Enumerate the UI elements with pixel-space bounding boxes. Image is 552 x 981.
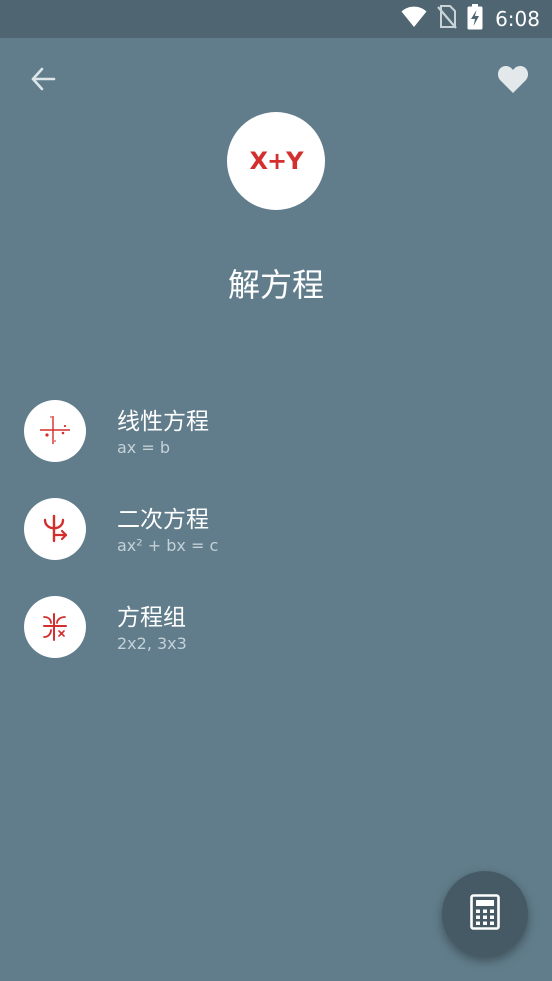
list-item-linear-equation[interactable]: 线性方程 ax = b xyxy=(0,380,552,478)
list-item-system-of-equations[interactable]: 方程组 2x2, 3x3 xyxy=(0,576,552,674)
item-subtitle: 2x2, 3x3 xyxy=(117,634,187,653)
item-subtitle: ax = b xyxy=(117,438,171,457)
back-button[interactable] xyxy=(22,60,64,102)
equation-type-list: 线性方程 ax = b 二次方程 ax² + bx = c 方程组 2x2, 3… xyxy=(0,380,552,674)
item-title: 方程组 xyxy=(117,605,186,631)
quadratic-icon xyxy=(24,498,86,560)
status-icons: 6:08 xyxy=(401,0,540,38)
system-equations-icon xyxy=(24,596,86,658)
app-logo: X+Y xyxy=(227,112,325,210)
wifi-icon xyxy=(401,6,427,32)
favorite-button[interactable] xyxy=(492,60,534,102)
battery-charging-icon xyxy=(467,4,483,34)
status-time: 6:08 xyxy=(495,7,540,31)
calculator-icon xyxy=(470,894,500,934)
heart-icon xyxy=(497,64,529,98)
page-title: 解方程 xyxy=(227,266,324,304)
list-item-quadratic-equation[interactable]: 二次方程 ax² + bx = c xyxy=(0,478,552,576)
calculator-fab-button[interactable] xyxy=(442,871,528,957)
item-title: 二次方程 xyxy=(117,507,209,533)
item-title: 线性方程 xyxy=(117,409,209,435)
item-subtitle: ax² + bx = c xyxy=(117,536,219,555)
logo-text: X+Y xyxy=(249,147,304,175)
status-bar: 6:08 xyxy=(0,0,552,38)
linear-graph-icon xyxy=(24,400,86,462)
arrow-back-icon xyxy=(29,65,57,97)
no-sim-icon xyxy=(437,5,457,33)
